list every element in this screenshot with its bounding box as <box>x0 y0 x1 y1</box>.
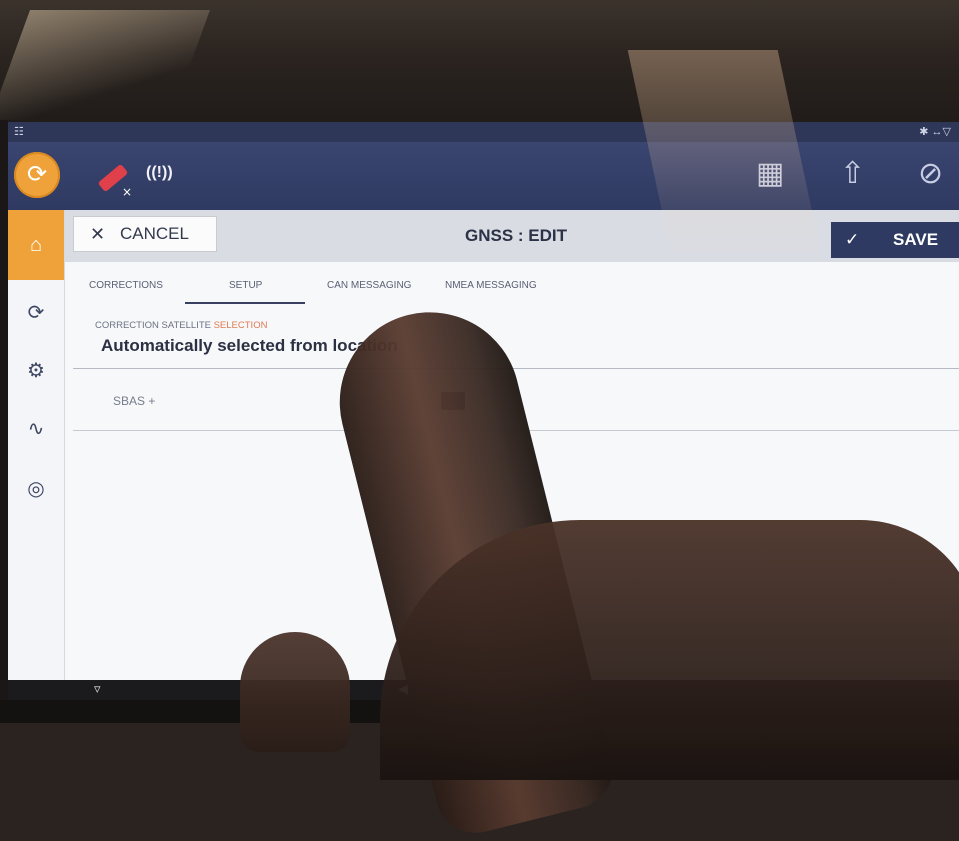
sbas-label: SBAS + <box>113 394 156 408</box>
tab-bar: CORRECTIONS SETUP CAN MESSAGING NMEA MES… <box>65 262 959 310</box>
divider <box>73 368 959 369</box>
signal-icon: ((!)) <box>146 164 173 181</box>
pulse-icon[interactable]: ∿ <box>8 406 64 452</box>
tab-nmea-messaging[interactable]: NMEA MESSAGING <box>445 280 537 291</box>
device-bezel <box>0 120 8 720</box>
steering-disabled-icon[interactable]: ⊘ <box>918 156 943 191</box>
home-icon[interactable]: ⌂ <box>8 210 64 280</box>
cancel-label: CANCEL <box>120 224 189 243</box>
top-toolbar: ⟳ × ((!)) ▦ ⇧ ⊘ <box>8 142 959 210</box>
check-icon: ✓ <box>845 230 860 249</box>
cancel-button[interactable]: ✕ CANCEL <box>73 216 217 252</box>
save-label: SAVE <box>893 230 939 249</box>
satellite-icon[interactable]: × <box>92 160 136 200</box>
upload-icon[interactable]: ⇧ <box>840 156 865 191</box>
edit-header: ✕ CANCEL GNSS : EDIT ✓ SAVE <box>65 210 959 262</box>
tab-corrections[interactable]: CORRECTIONS <box>89 280 163 291</box>
active-tab-indicator <box>185 302 305 304</box>
bluetooth-icon: ✱ ↔▽ <box>919 126 951 138</box>
tab-can-messaging[interactable]: CAN MESSAGING <box>327 280 411 291</box>
running-person-icon[interactable]: ⟳ <box>8 290 64 336</box>
hand <box>380 520 959 780</box>
svg-text:×: × <box>122 185 132 199</box>
settings-icon[interactable]: ⚙ <box>8 348 64 394</box>
tab-setup[interactable]: SETUP <box>229 280 262 291</box>
menu-icon[interactable]: ▿ <box>94 681 101 697</box>
save-button[interactable]: ✓ SAVE <box>831 222 959 258</box>
running-person-icon[interactable]: ⟳ <box>14 152 60 198</box>
ut-icon[interactable]: ◎ <box>8 466 64 512</box>
wifi-icon: ☷ <box>14 126 24 138</box>
close-icon: ✕ <box>90 224 106 244</box>
thumb <box>240 632 350 752</box>
status-bar: ☷ ✱ ↔▽ <box>8 122 959 142</box>
correction-satellite-label: CORRECTION SATELLITE SELECTION <box>95 320 268 331</box>
sidebar: ⌂ ⟳ ⚙ ∿ ◎ <box>8 210 65 680</box>
page-title: GNSS : EDIT <box>465 226 568 245</box>
